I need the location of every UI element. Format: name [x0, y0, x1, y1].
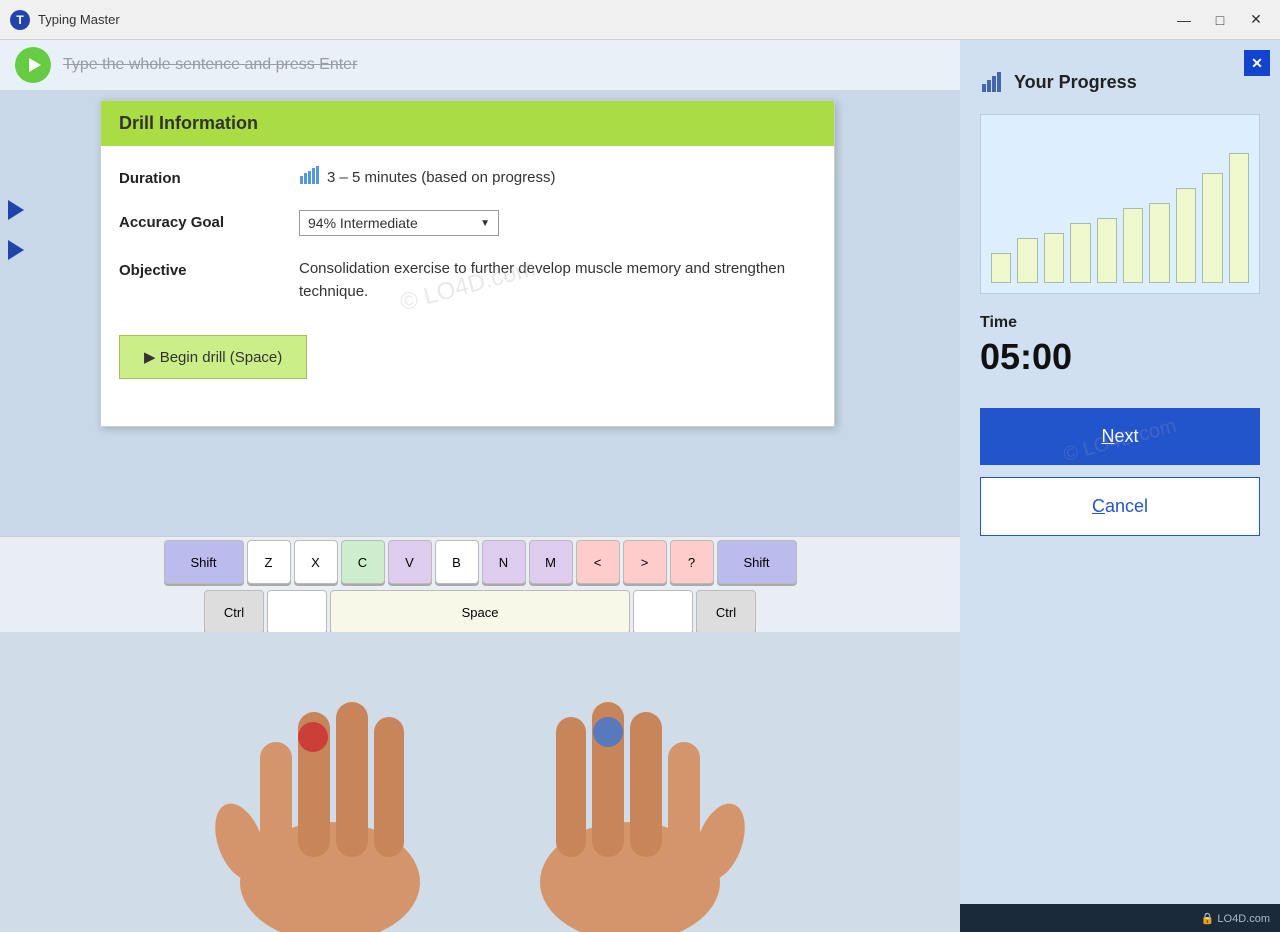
dropdown-arrow-icon: ▼: [480, 218, 490, 229]
objective-value: Consolidation exercise to further develo…: [299, 258, 816, 303]
instruction-bar: Type the whole sentence and press Enter: [0, 40, 960, 90]
duration-row: Duration 3 – 5 minutes (based on pro: [119, 166, 816, 188]
right-hand: [500, 642, 760, 932]
key-alt-left[interactable]: [267, 590, 327, 634]
drill-body: © LO4D.com Duration: [101, 146, 834, 426]
key-comma[interactable]: <: [576, 540, 620, 584]
next-underline: N: [1101, 426, 1114, 446]
right-finger-dot: [593, 717, 623, 747]
hands-section: [0, 632, 960, 932]
progress-chart: [980, 114, 1260, 294]
objective-label: Objective: [119, 258, 299, 279]
window-title: Typing Master: [38, 12, 120, 27]
left-finger-dot: [298, 722, 328, 752]
bottom-bar: 🔒 LO4D.com: [960, 904, 1280, 932]
key-shift-left[interactable]: Shift: [164, 540, 244, 584]
close-button[interactable]: ✕: [1242, 10, 1270, 30]
left-hand: [200, 642, 460, 932]
begin-drill-button[interactable]: ▶ Begin drill (Space): [119, 335, 307, 379]
play-icon: [29, 58, 41, 72]
hands-background: [0, 632, 960, 932]
app-icon: T: [10, 10, 30, 30]
title-bar: T Typing Master — □ ✕: [0, 0, 1280, 40]
accuracy-row: Accuracy Goal 94% Intermediate ▼: [119, 210, 816, 236]
chart-bar-6: [1123, 208, 1143, 283]
duration-label: Duration: [119, 166, 299, 187]
keyboard-row-bottom: Ctrl Space Ctrl: [0, 587, 960, 637]
chart-bar-10: [1229, 153, 1249, 283]
left-area: Type the whole sentence and press Enter …: [0, 40, 960, 932]
right-panel: ✕ © LO4D.com Your Progress: [960, 40, 1280, 932]
duration-value: 3 – 5 minutes (based on progress): [299, 166, 816, 188]
chart-bar-1: [991, 253, 1011, 283]
chart-bar-5: [1097, 218, 1117, 283]
cancel-button[interactable]: Cancel: [980, 477, 1260, 536]
window-controls: — □ ✕: [1170, 10, 1270, 30]
keyboard-row-modifier: Shift Z X C V B N M < > ? Shift: [0, 537, 960, 587]
key-v[interactable]: V: [388, 540, 432, 584]
key-m[interactable]: M: [529, 540, 573, 584]
key-slash[interactable]: ?: [670, 540, 714, 584]
key-n[interactable]: N: [482, 540, 526, 584]
drill-info-dialog: Drill Information © LO4D.com Duration: [100, 100, 835, 427]
accuracy-dropdown[interactable]: 94% Intermediate ▼: [299, 210, 499, 236]
drill-header: Drill Information: [101, 101, 834, 146]
chart-bar-7: [1149, 203, 1169, 283]
key-shift-right[interactable]: Shift: [717, 540, 797, 584]
chart-bar-2: [1017, 238, 1037, 283]
key-ctrl-right[interactable]: Ctrl: [696, 590, 756, 634]
lo4d-badge: 🔒 LO4D.com: [1201, 912, 1270, 925]
key-z[interactable]: Z: [247, 540, 291, 584]
accuracy-label: Accuracy Goal: [119, 210, 299, 231]
key-alt-right[interactable]: [633, 590, 693, 634]
cancel-button-label: Cancel: [1092, 496, 1148, 516]
key-period[interactable]: >: [623, 540, 667, 584]
maximize-button[interactable]: □: [1206, 10, 1234, 30]
keyboard-area: Shift Z X C V B N M < > ? Shift Ctrl Spa…: [0, 536, 960, 637]
chart-bar-8: [1176, 188, 1196, 283]
next-button[interactable]: Next: [980, 408, 1260, 465]
time-value: 05:00: [980, 336, 1260, 378]
progress-title-text: Your Progress: [1014, 72, 1137, 93]
key-ctrl-left[interactable]: Ctrl: [204, 590, 264, 634]
chart-bar-3: [1044, 233, 1064, 283]
objective-row: Objective Consolidation exercise to furt…: [119, 258, 816, 303]
key-space[interactable]: Space: [330, 590, 630, 634]
key-x[interactable]: X: [294, 540, 338, 584]
accuracy-value: 94% Intermediate ▼: [299, 210, 816, 236]
chart-bar-4: [1070, 223, 1090, 283]
cancel-underline: C: [1092, 496, 1105, 516]
panel-close-button[interactable]: ✕: [1244, 50, 1270, 76]
time-label: Time: [980, 314, 1260, 332]
nav-arrow-bottom[interactable]: [8, 240, 24, 260]
next-button-label: Next: [1101, 426, 1138, 446]
play-button[interactable]: [15, 47, 51, 83]
progress-chart-icon: [980, 70, 1004, 94]
progress-title: Your Progress: [980, 70, 1260, 94]
nav-arrow-top[interactable]: [8, 200, 24, 220]
accuracy-selected: 94% Intermediate: [308, 215, 418, 231]
key-b[interactable]: B: [435, 540, 479, 584]
instruction-text: Type the whole sentence and press Enter: [63, 56, 357, 74]
minimize-button[interactable]: —: [1170, 10, 1198, 30]
duration-chart-icon: [299, 166, 319, 188]
chart-bar-9: [1202, 173, 1222, 283]
key-c[interactable]: C: [341, 540, 385, 584]
main-container: Type the whole sentence and press Enter …: [0, 40, 1280, 932]
